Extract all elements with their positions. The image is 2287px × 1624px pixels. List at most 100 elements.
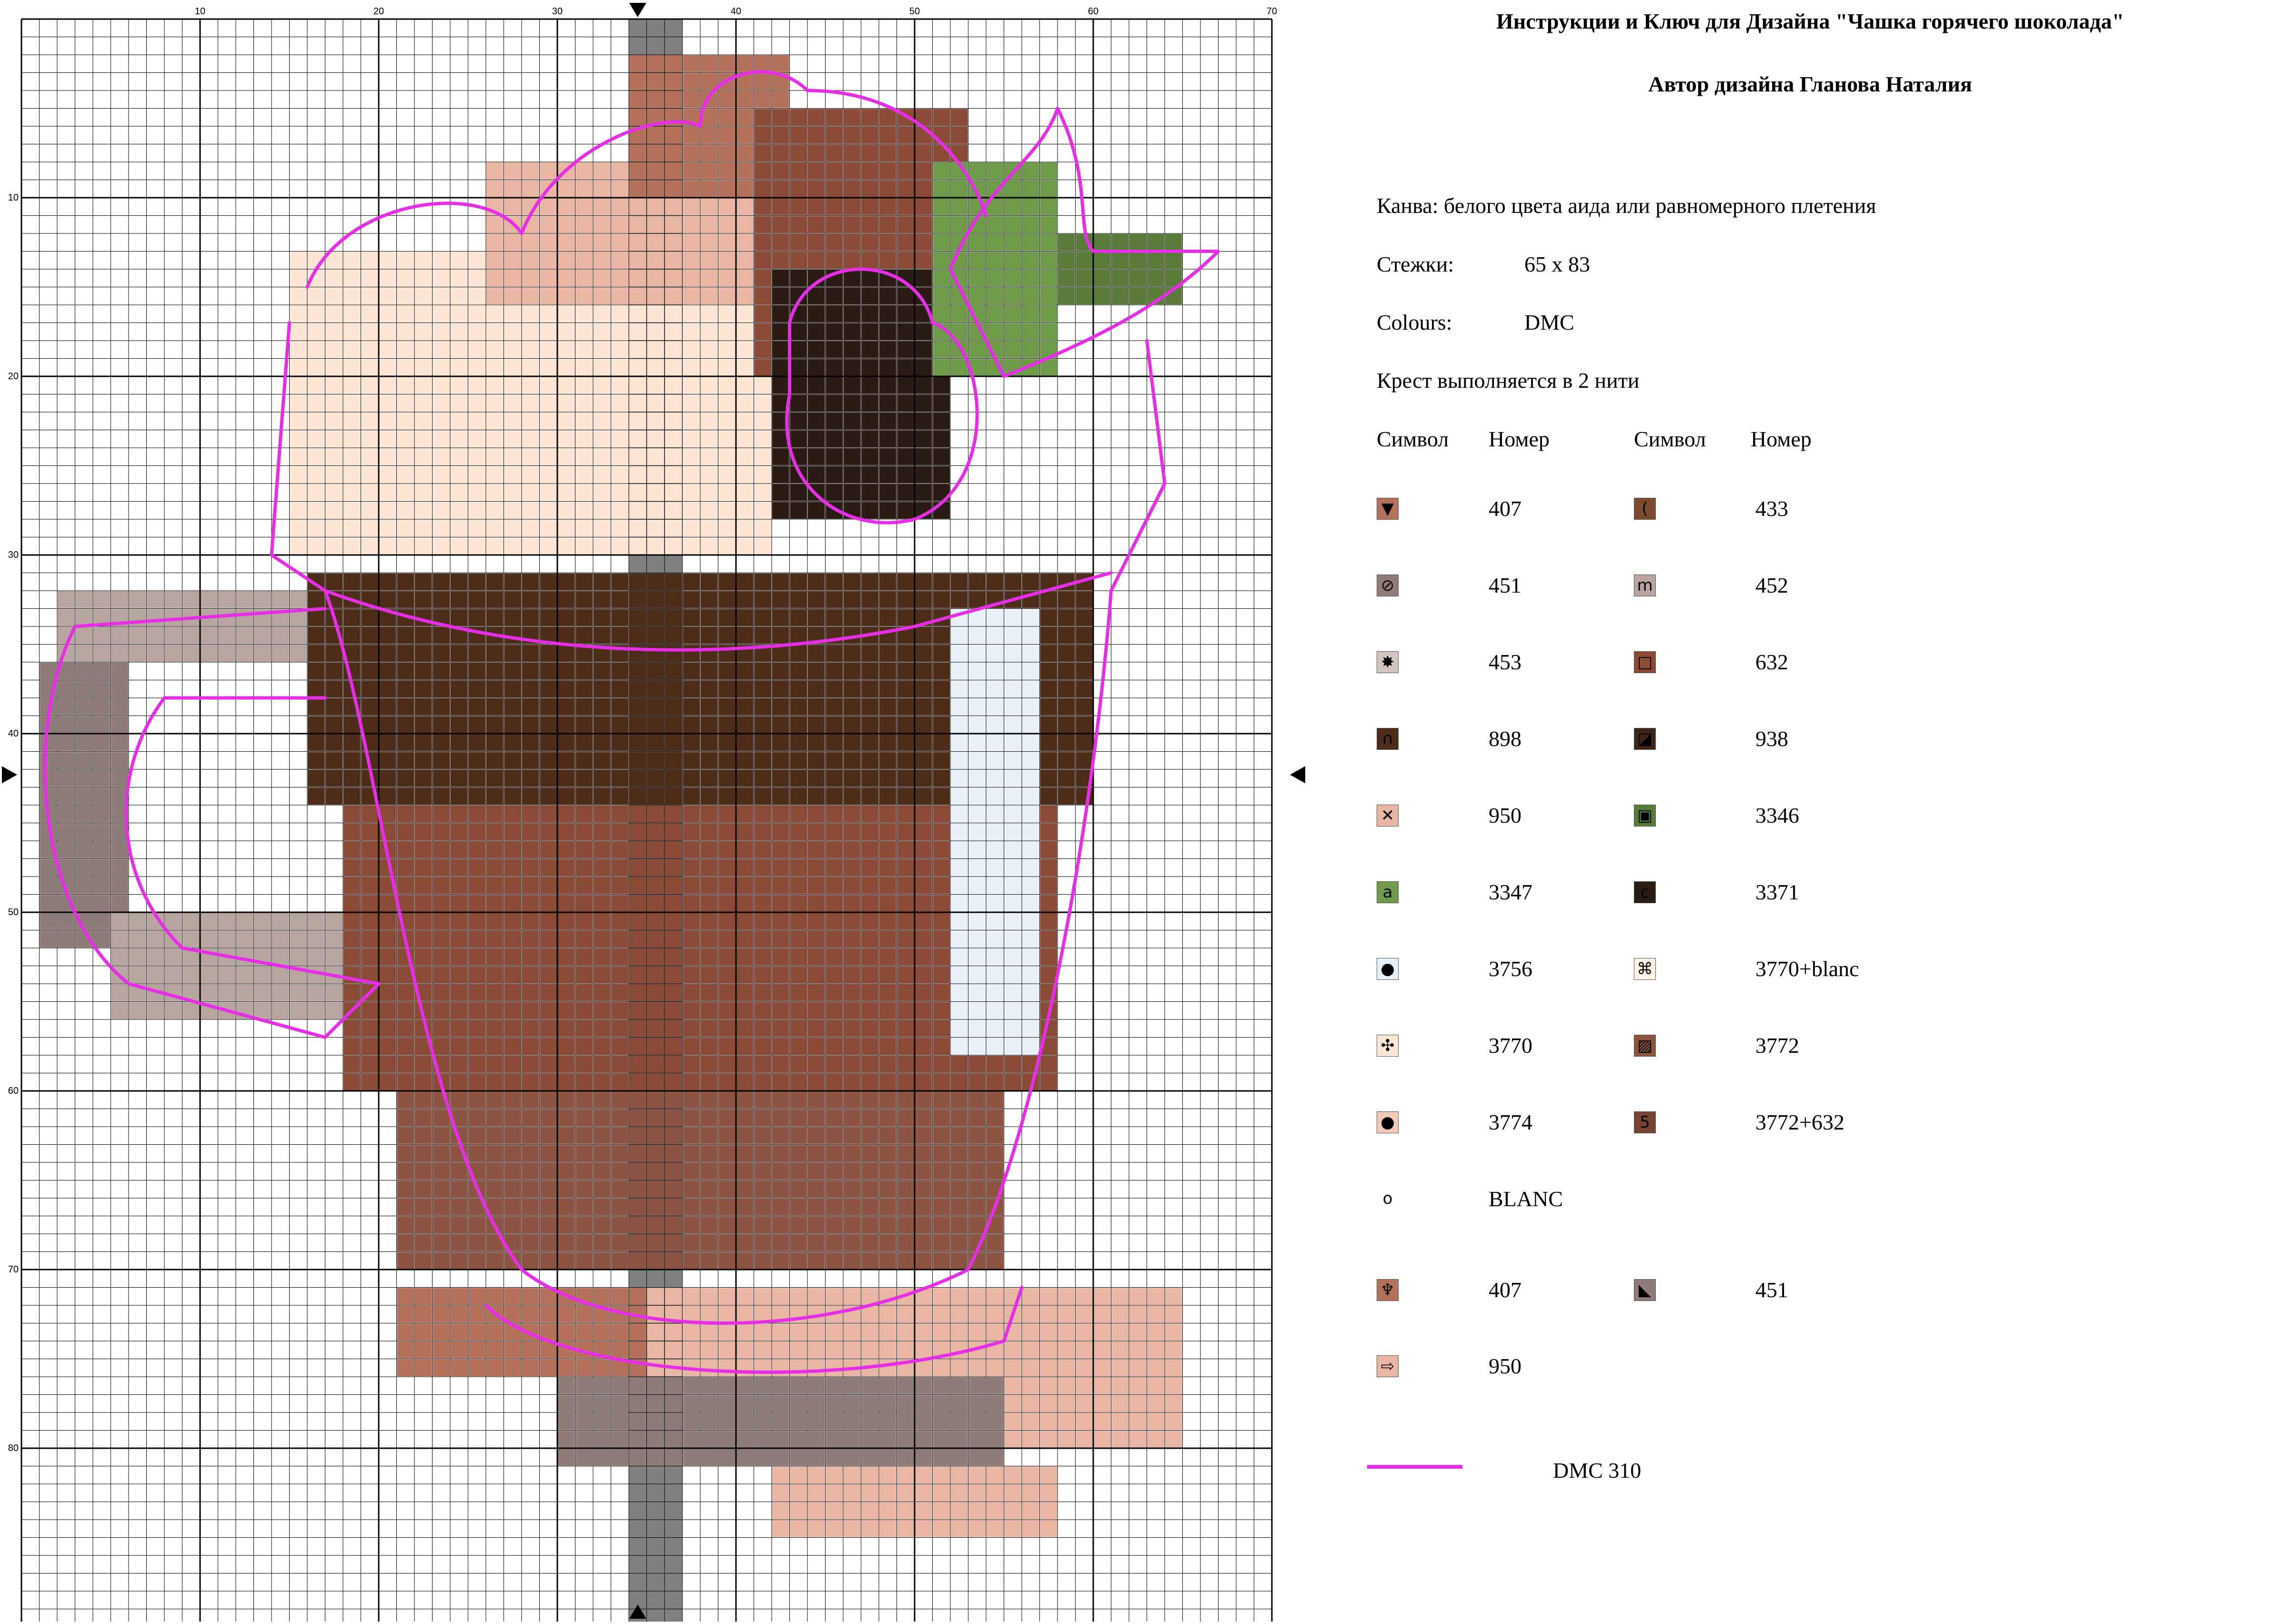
stitch-cup-body xyxy=(415,806,432,823)
stitch-highlight xyxy=(1004,930,1021,948)
stitch-foam xyxy=(736,537,754,555)
stitch-cup-body xyxy=(575,1002,593,1019)
stitch-highlight xyxy=(968,770,986,787)
stitch-chocolate-swirl xyxy=(915,180,932,197)
stitch-cup-body xyxy=(594,1056,611,1073)
stitch-highlight xyxy=(968,716,986,733)
stitch-cup-top xyxy=(629,680,646,697)
stitch-cup-top xyxy=(558,752,575,769)
stitch-cup-lower xyxy=(468,1127,485,1144)
stitch-cup-top xyxy=(718,573,735,590)
stitch-saucer-light xyxy=(1165,1306,1182,1323)
stitch-handle xyxy=(182,627,200,644)
stitch-leaf xyxy=(1004,305,1021,323)
legend-number: 3770 xyxy=(1489,1033,1532,1058)
stitch-chocolate-swirl xyxy=(879,127,897,144)
stitch-cup-body xyxy=(611,859,628,876)
stitch-cup-body xyxy=(826,806,843,823)
stitch-highlight xyxy=(1004,1038,1021,1055)
stitch-cup-body xyxy=(915,895,932,912)
stitch-cup-top xyxy=(361,627,378,644)
stitch-saucer-drip xyxy=(1022,1502,1039,1519)
stitch-cup-top xyxy=(683,787,700,805)
stitch-highlight xyxy=(1022,930,1039,948)
stitch-cup-body xyxy=(665,1002,682,1019)
stitch-saucer xyxy=(575,1306,593,1323)
stitch-cup-body xyxy=(915,877,932,894)
stitch-cup-top xyxy=(736,698,754,716)
stitch-foam xyxy=(504,413,521,430)
stitch-handle xyxy=(93,752,111,769)
stitch-cup-body xyxy=(433,948,450,966)
stitch-leaf xyxy=(951,180,968,197)
stitch-saucer-light xyxy=(1058,1342,1075,1359)
stitch-handle xyxy=(75,627,92,644)
stitch-foam xyxy=(379,466,396,483)
half-stitch-number: 950 xyxy=(1489,1354,1521,1378)
stitch-saucer xyxy=(629,1342,646,1359)
stitch-saucer-light xyxy=(754,1288,771,1305)
stitch-highlight xyxy=(987,966,1004,983)
stitch-cup-top xyxy=(1040,787,1057,805)
stitch-cup-lower xyxy=(415,1199,432,1216)
stitch-foam xyxy=(290,323,307,340)
stitch-highlight xyxy=(987,787,1004,805)
stitch-cup-lower xyxy=(611,1199,628,1216)
stitch-cup-body xyxy=(808,841,825,858)
stitch-handle xyxy=(218,930,235,948)
stitch-cup-top xyxy=(790,787,807,805)
stitch-cup-top xyxy=(647,734,664,751)
stitch-cup-lower xyxy=(987,1127,1004,1144)
stitch-highlight xyxy=(1004,770,1021,787)
stitch-handle xyxy=(111,948,128,966)
stitch-cup-lower xyxy=(629,1180,646,1198)
stitch-cup-top xyxy=(665,680,682,697)
stitch-leaf xyxy=(1040,198,1057,215)
stitch-saucer-drip xyxy=(826,1484,843,1502)
stitch-foam xyxy=(379,484,396,501)
stitch-cup-body xyxy=(575,984,593,1001)
stitch-foam xyxy=(504,305,521,323)
stitch-cup-body xyxy=(897,1038,914,1055)
stitch-foam xyxy=(754,448,771,465)
stitch-foam-pink xyxy=(540,270,557,287)
stitch-handle xyxy=(325,930,343,948)
stitch-saucer-shadow xyxy=(718,1431,735,1448)
stitch-cup-body xyxy=(879,966,897,983)
stitch-saucer-light xyxy=(1058,1306,1075,1323)
stitch-cup-body xyxy=(1040,948,1057,966)
stitch-saucer-shadow xyxy=(611,1413,628,1430)
stitch-handle xyxy=(290,948,307,966)
stitch-chocolate-swirl xyxy=(772,127,789,144)
stitch-cup-body xyxy=(361,841,378,858)
stitch-chocolate-swirl xyxy=(772,180,789,197)
stitch-cup-top xyxy=(701,698,718,716)
stitch-foam-pink xyxy=(665,270,682,287)
stitch-cup-lower xyxy=(504,1091,521,1109)
stitch-cup-lower xyxy=(415,1180,432,1198)
stitch-saucer-drip xyxy=(861,1466,878,1483)
stitch-highlight xyxy=(987,734,1004,751)
stitch-cup-body xyxy=(683,877,700,894)
stitch-cup-body xyxy=(594,948,611,966)
stitch-cup-lower xyxy=(558,1252,575,1269)
stitch-saucer-drip xyxy=(772,1484,789,1502)
stitch-highlight xyxy=(968,787,986,805)
stitch-cup-body xyxy=(772,859,789,876)
stitch-saucer-shadow xyxy=(808,1431,825,1448)
stitch-cup-lower xyxy=(897,1109,914,1126)
stitch-cup-body xyxy=(790,984,807,1001)
stitch-cup-lower xyxy=(433,1199,450,1216)
stitch-berry xyxy=(897,466,914,483)
stitch-cup-lower xyxy=(933,1180,950,1198)
stitch-cup-top xyxy=(701,609,718,626)
stitch-saucer-light xyxy=(790,1288,807,1305)
stitch-chocolate-swirl xyxy=(754,252,771,269)
stitch-foam xyxy=(361,502,378,519)
stitch-cup-body xyxy=(361,913,378,930)
stitch-cup-body xyxy=(433,1038,450,1055)
stitch-cup-body xyxy=(558,877,575,894)
stitch-berry xyxy=(897,430,914,447)
stitch-cup-body xyxy=(433,823,450,840)
stitch-cup-body xyxy=(522,1038,539,1055)
